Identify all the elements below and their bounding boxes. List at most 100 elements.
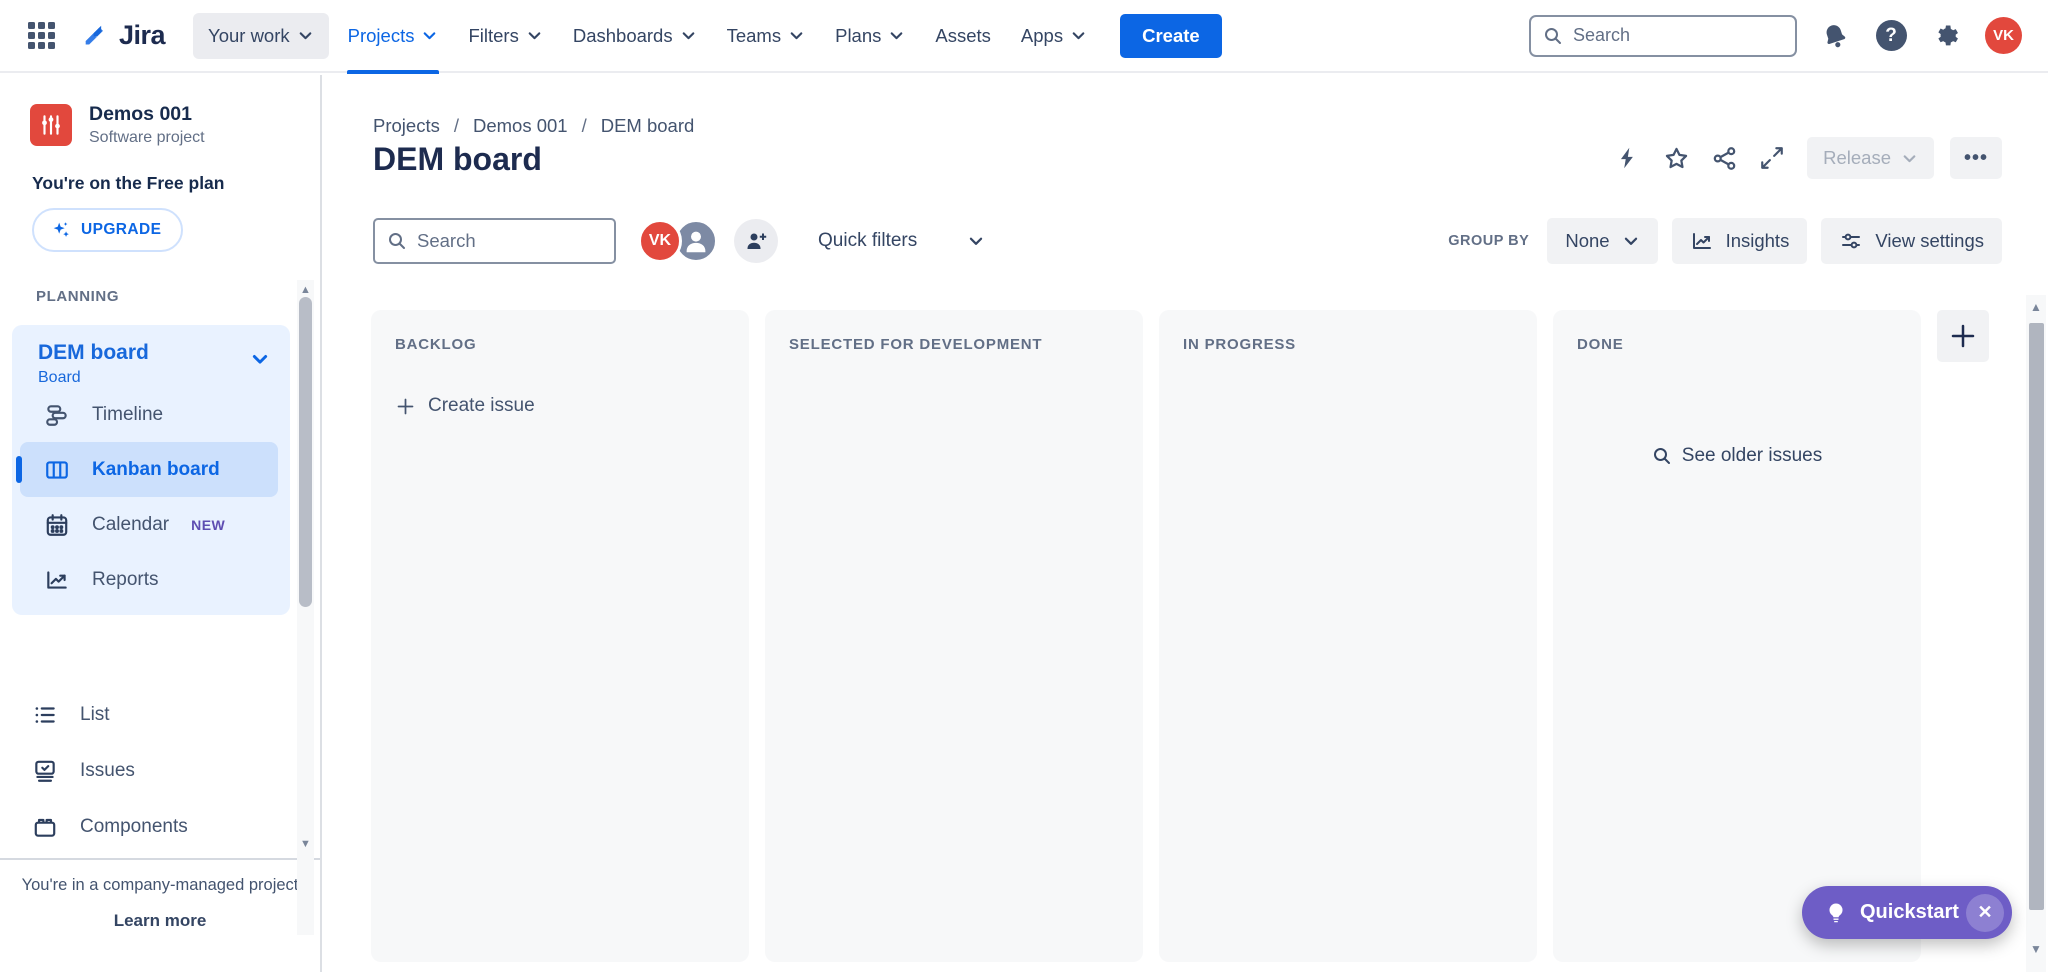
breadcrumb-demos-001[interactable]: Demos 001 bbox=[473, 115, 568, 137]
project-type: Software project bbox=[89, 129, 205, 147]
view-settings-icon bbox=[1839, 229, 1863, 253]
nav-item-teams[interactable]: Teams bbox=[712, 0, 821, 72]
column-selected-for-development: SELECTED FOR DEVELOPMENT bbox=[765, 310, 1143, 962]
sidebar-scroll-down-icon[interactable]: ▼ bbox=[297, 837, 314, 851]
app-switcher-icon[interactable] bbox=[28, 22, 55, 49]
breadcrumb-dem-board[interactable]: DEM board bbox=[601, 115, 695, 137]
search-icon bbox=[1543, 26, 1563, 46]
sidebar-item-kanban-board[interactable]: Kanban board bbox=[20, 442, 278, 497]
jira-logo[interactable]: Jira bbox=[81, 20, 165, 51]
nav-item-assets[interactable]: Assets bbox=[920, 0, 1006, 72]
chevron-down-icon bbox=[1070, 27, 1087, 44]
sidebar-item-calendar[interactable]: Calendar NEW bbox=[12, 497, 290, 552]
primary-nav: Your work Projects Filters Dashboards Te… bbox=[189, 0, 1222, 72]
column-title: BACKLOG bbox=[395, 336, 725, 353]
board-group-sub: Board bbox=[38, 369, 149, 387]
main-scroll-down-icon[interactable]: ▼ bbox=[2026, 941, 2046, 957]
close-icon: ✕ bbox=[1977, 902, 1992, 923]
insights-icon bbox=[1690, 229, 1714, 253]
jira-kanban-page: Jira Your work Projects Filters Dashboar… bbox=[0, 0, 2048, 972]
lightning-icon bbox=[1615, 145, 1641, 171]
board-search[interactable] bbox=[373, 218, 616, 264]
column-title: DONE bbox=[1577, 336, 1897, 353]
board-group-header[interactable]: DEM board Board bbox=[12, 341, 290, 387]
fullscreen-icon bbox=[1759, 145, 1785, 171]
reports-icon bbox=[44, 567, 70, 593]
kanban-board: BACKLOG Create issue SELECTED FOR DEVELO… bbox=[371, 310, 1989, 962]
quickstart-close-button[interactable]: ✕ bbox=[1966, 894, 2004, 932]
add-people-button[interactable] bbox=[734, 219, 778, 263]
global-search[interactable] bbox=[1529, 15, 1797, 57]
project-header: Demos 001 Software project bbox=[0, 75, 320, 147]
chevron-down-icon bbox=[421, 27, 438, 44]
nav-item-projects[interactable]: Projects bbox=[333, 0, 454, 72]
chevron-down-icon bbox=[297, 27, 314, 44]
chevron-down-icon bbox=[680, 27, 697, 44]
sidebar-item-issues[interactable]: Issues bbox=[0, 743, 300, 799]
top-navigation: Jira Your work Projects Filters Dashboar… bbox=[0, 0, 2048, 73]
sidebar-scrollbar-thumb[interactable] bbox=[299, 297, 312, 607]
plan-text: You're on the Free plan bbox=[32, 173, 320, 194]
project-views: List Issues Components bbox=[0, 687, 300, 855]
star-icon bbox=[1663, 145, 1690, 172]
see-older-issues-button[interactable]: See older issues bbox=[1553, 445, 1921, 467]
main-scroll-up-icon[interactable]: ▲ bbox=[2026, 299, 2046, 315]
plus-icon bbox=[395, 396, 416, 417]
board-search-input[interactable] bbox=[417, 230, 602, 252]
quick-filters-dropdown[interactable]: Quick filters bbox=[818, 230, 985, 252]
chevron-down-icon bbox=[888, 27, 905, 44]
view-settings-button[interactable]: View settings bbox=[1821, 218, 2002, 264]
global-search-input[interactable] bbox=[1573, 25, 1783, 46]
column-title: SELECTED FOR DEVELOPMENT bbox=[789, 336, 1119, 353]
release-button[interactable]: Release bbox=[1807, 137, 1934, 179]
project-sidebar: Demos 001 Software project You're on the… bbox=[0, 75, 322, 972]
breadcrumb-projects[interactable]: Projects bbox=[373, 115, 440, 137]
group-by-select[interactable]: None bbox=[1547, 218, 1657, 264]
settings-icon bbox=[1933, 22, 1961, 50]
more-button[interactable]: ••• bbox=[1950, 137, 2002, 179]
favorite-button[interactable] bbox=[1655, 137, 1697, 179]
user-avatar[interactable]: VK bbox=[1985, 17, 2022, 54]
nav-item-apps[interactable]: Apps bbox=[1006, 0, 1102, 72]
avatar-vk[interactable]: VK bbox=[638, 219, 682, 263]
nav-right-cluster: ? VK bbox=[1529, 15, 2022, 57]
quickstart-button[interactable]: Quickstart ✕ bbox=[1802, 886, 2012, 939]
chevron-down-icon bbox=[526, 27, 543, 44]
insights-button[interactable]: Insights bbox=[1672, 218, 1808, 264]
help-button[interactable]: ? bbox=[1873, 18, 1909, 54]
chevron-down-icon bbox=[967, 232, 985, 250]
sidebar-item-timeline[interactable]: Timeline bbox=[12, 387, 290, 442]
board-group-panel: DEM board Board Timeline Kanban board bbox=[12, 325, 290, 615]
sidebar-item-components[interactable]: Components bbox=[0, 799, 300, 855]
create-issue-button[interactable]: Create issue bbox=[395, 395, 725, 417]
jira-logo-text: Jira bbox=[119, 20, 165, 51]
create-button[interactable]: Create bbox=[1120, 14, 1222, 58]
upgrade-button[interactable]: UPGRADE bbox=[32, 208, 183, 252]
automation-button[interactable] bbox=[1607, 137, 1649, 179]
search-icon bbox=[1652, 446, 1672, 466]
column-backlog: BACKLOG Create issue bbox=[371, 310, 749, 962]
nav-item-your-work[interactable]: Your work bbox=[193, 13, 329, 59]
add-column-button[interactable] bbox=[1937, 310, 1989, 362]
sidebar-item-reports[interactable]: Reports bbox=[12, 552, 290, 607]
project-avatar-icon bbox=[30, 104, 72, 146]
nav-item-plans[interactable]: Plans bbox=[820, 0, 920, 72]
settings-button[interactable] bbox=[1929, 18, 1965, 54]
notifications-icon bbox=[1817, 18, 1852, 53]
notifications-button[interactable] bbox=[1817, 18, 1853, 54]
main-scrollbar-thumb[interactable] bbox=[2029, 323, 2044, 910]
lightbulb-icon bbox=[1824, 901, 1848, 925]
assignee-avatars: VK bbox=[638, 219, 718, 263]
list-icon bbox=[32, 702, 58, 728]
fullscreen-button[interactable] bbox=[1751, 137, 1793, 179]
filter-bar: VK Quick filters GROUP BY None bbox=[373, 218, 2002, 264]
help-icon: ? bbox=[1876, 20, 1907, 51]
sidebar-item-list[interactable]: List bbox=[0, 687, 300, 743]
sidebar-scroll-up-icon[interactable]: ▲ bbox=[297, 283, 314, 297]
add-people-icon bbox=[744, 229, 768, 253]
nav-item-filters[interactable]: Filters bbox=[453, 0, 557, 72]
column-title: IN PROGRESS bbox=[1183, 336, 1513, 353]
nav-item-dashboards[interactable]: Dashboards bbox=[558, 0, 712, 72]
learn-more-link[interactable]: Learn more bbox=[114, 911, 207, 931]
share-button[interactable] bbox=[1703, 137, 1745, 179]
